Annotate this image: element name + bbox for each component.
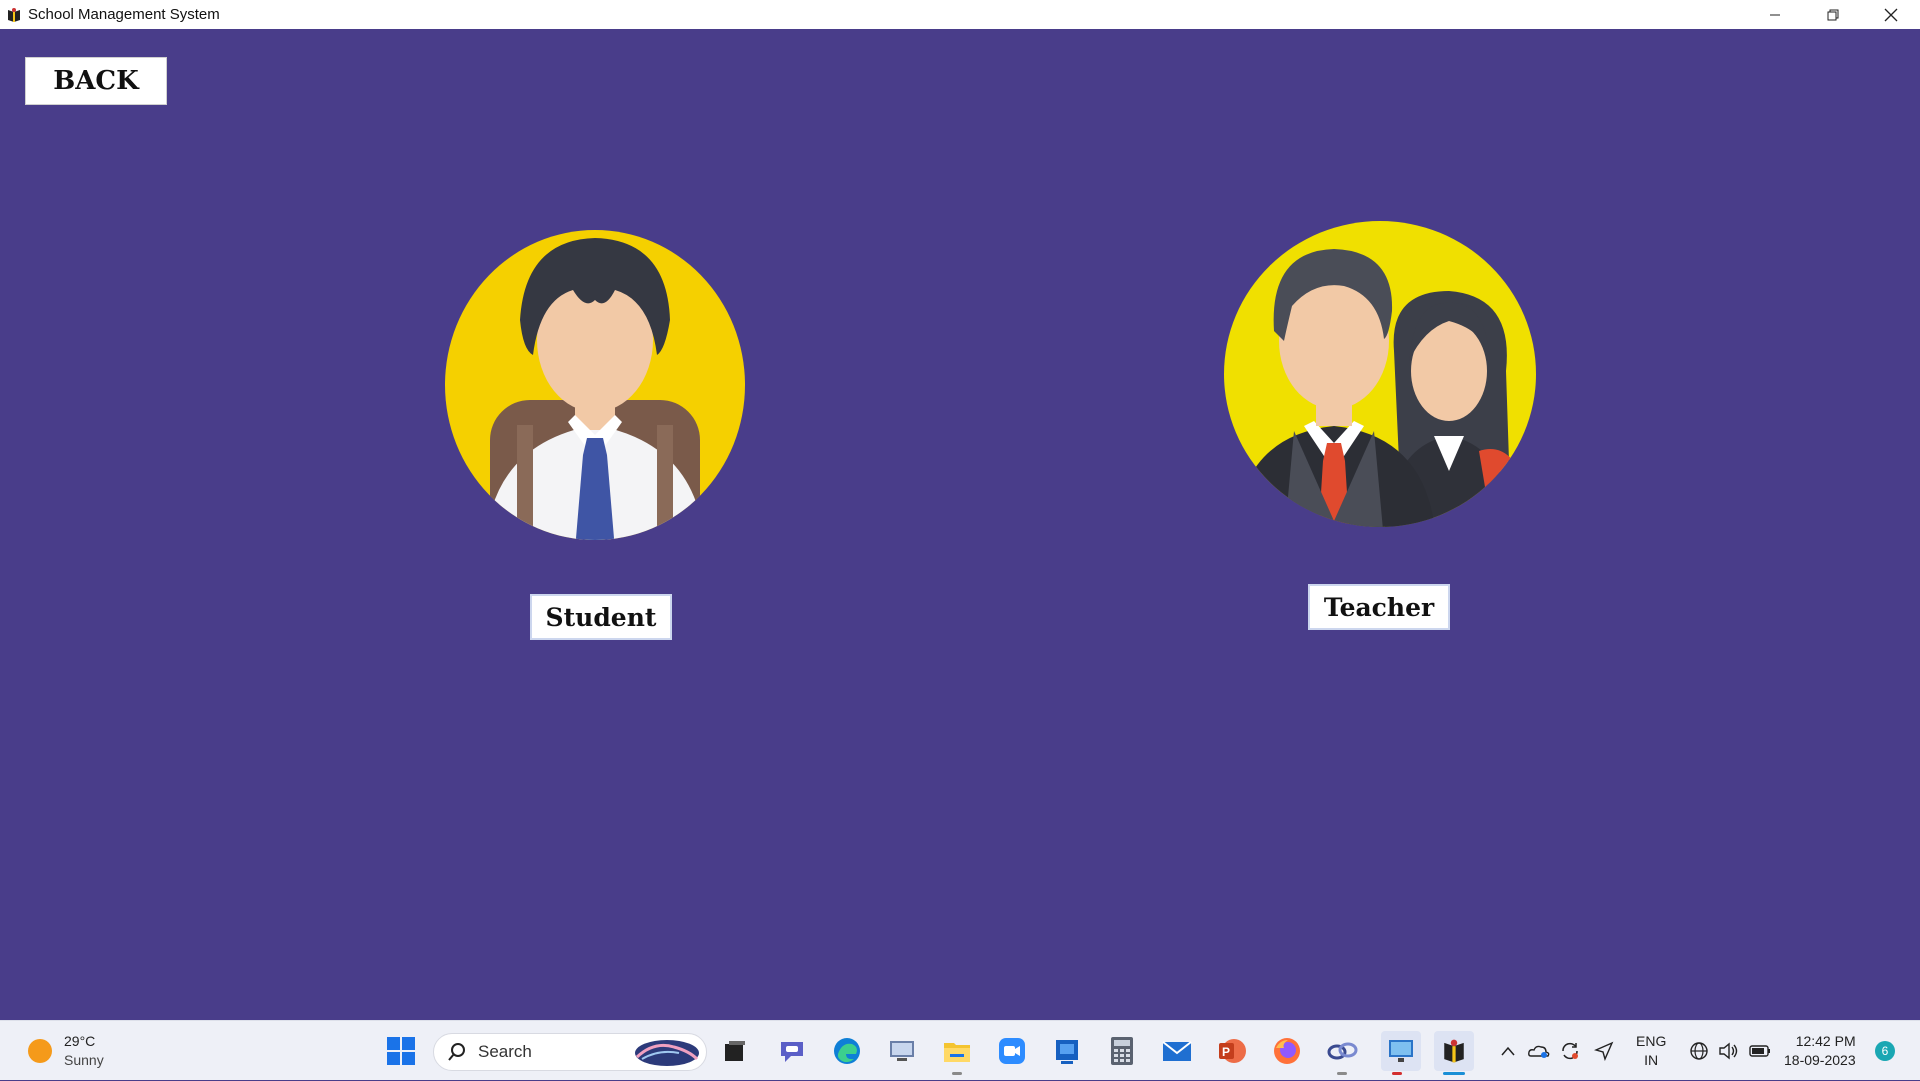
window-title: School Management System — [28, 6, 220, 23]
restore-button[interactable] — [1804, 0, 1862, 29]
start-icon[interactable] — [385, 1035, 417, 1067]
zoom-icon[interactable] — [996, 1035, 1028, 1067]
sync-icon[interactable] — [1556, 1035, 1584, 1067]
search-placeholder: Search — [478, 1042, 532, 1061]
teacher-button[interactable]: Teacher — [1308, 584, 1450, 630]
student-avatar-icon[interactable] — [445, 230, 745, 540]
calculator-icon[interactable] — [1106, 1035, 1138, 1067]
notification-badge[interactable]: 6 — [1875, 1041, 1895, 1061]
school-app-active-indicator — [1443, 1072, 1465, 1075]
pipe-running-indicator — [1337, 1072, 1347, 1075]
sun-icon — [28, 1039, 52, 1063]
minimize-button[interactable] — [1746, 0, 1804, 29]
monitor-app-alert-indicator — [1392, 1072, 1402, 1075]
main-panel: BACK Student Teacher — [0, 29, 1920, 1020]
svg-text:P: P — [1222, 1045, 1230, 1059]
volume-icon[interactable] — [1715, 1035, 1743, 1067]
taskbar: 29°C Sunny Search P ENG IN 12:42 PM 18-0… — [0, 1020, 1920, 1080]
app-logo-icon — [8, 7, 20, 22]
file-explorer-running-indicator — [952, 1072, 962, 1075]
mail-icon[interactable] — [1161, 1035, 1193, 1067]
close-icon — [1884, 8, 1898, 21]
clock[interactable]: 12:42 PM 18-09-2023 — [1784, 1021, 1856, 1081]
language-code: ENG — [1636, 1033, 1667, 1049]
restore-icon — [1827, 9, 1839, 20]
clock-date: 18-09-2023 — [1784, 1052, 1856, 1068]
onedrive-icon[interactable] — [1525, 1035, 1553, 1067]
weather-widget[interactable]: 29°C Sunny — [28, 1032, 104, 1070]
close-button[interactable] — [1862, 0, 1920, 29]
pipe-icon[interactable] — [1326, 1035, 1358, 1067]
network-icon[interactable] — [1685, 1035, 1713, 1067]
location-icon[interactable] — [1590, 1035, 1618, 1067]
weather-temp: 29°C — [64, 1033, 96, 1049]
store-icon[interactable] — [1051, 1035, 1083, 1067]
file-explorer-icon[interactable] — [941, 1035, 973, 1067]
powerpoint-icon[interactable]: P — [1216, 1035, 1248, 1067]
school-app-icon[interactable] — [1434, 1031, 1474, 1071]
remote-desktop-icon[interactable] — [886, 1035, 918, 1067]
language-indicator[interactable]: ENG IN — [1636, 1021, 1666, 1081]
task-view-icon[interactable] — [719, 1035, 751, 1067]
firefox-icon[interactable] — [1271, 1035, 1303, 1067]
monitor-app-icon[interactable] — [1381, 1031, 1421, 1071]
back-button[interactable]: BACK — [25, 57, 167, 105]
search-highlight-icon — [635, 1040, 699, 1066]
weather-condition: Sunny — [64, 1052, 104, 1068]
teachers-avatar-icon[interactable] — [1224, 221, 1536, 527]
edge-icon[interactable] — [831, 1035, 863, 1067]
search-icon — [448, 1043, 465, 1061]
taskbar-search[interactable]: Search — [433, 1033, 707, 1071]
region-code: IN — [1644, 1052, 1659, 1068]
title-bar: School Management System — [0, 0, 1920, 29]
chevron-up-icon[interactable] — [1495, 1035, 1521, 1067]
battery-icon[interactable] — [1746, 1035, 1774, 1067]
minimize-icon — [1770, 14, 1780, 15]
clock-time: 12:42 PM — [1795, 1033, 1856, 1049]
student-button[interactable]: Student — [530, 594, 672, 640]
teams-chat-icon[interactable] — [776, 1035, 808, 1067]
